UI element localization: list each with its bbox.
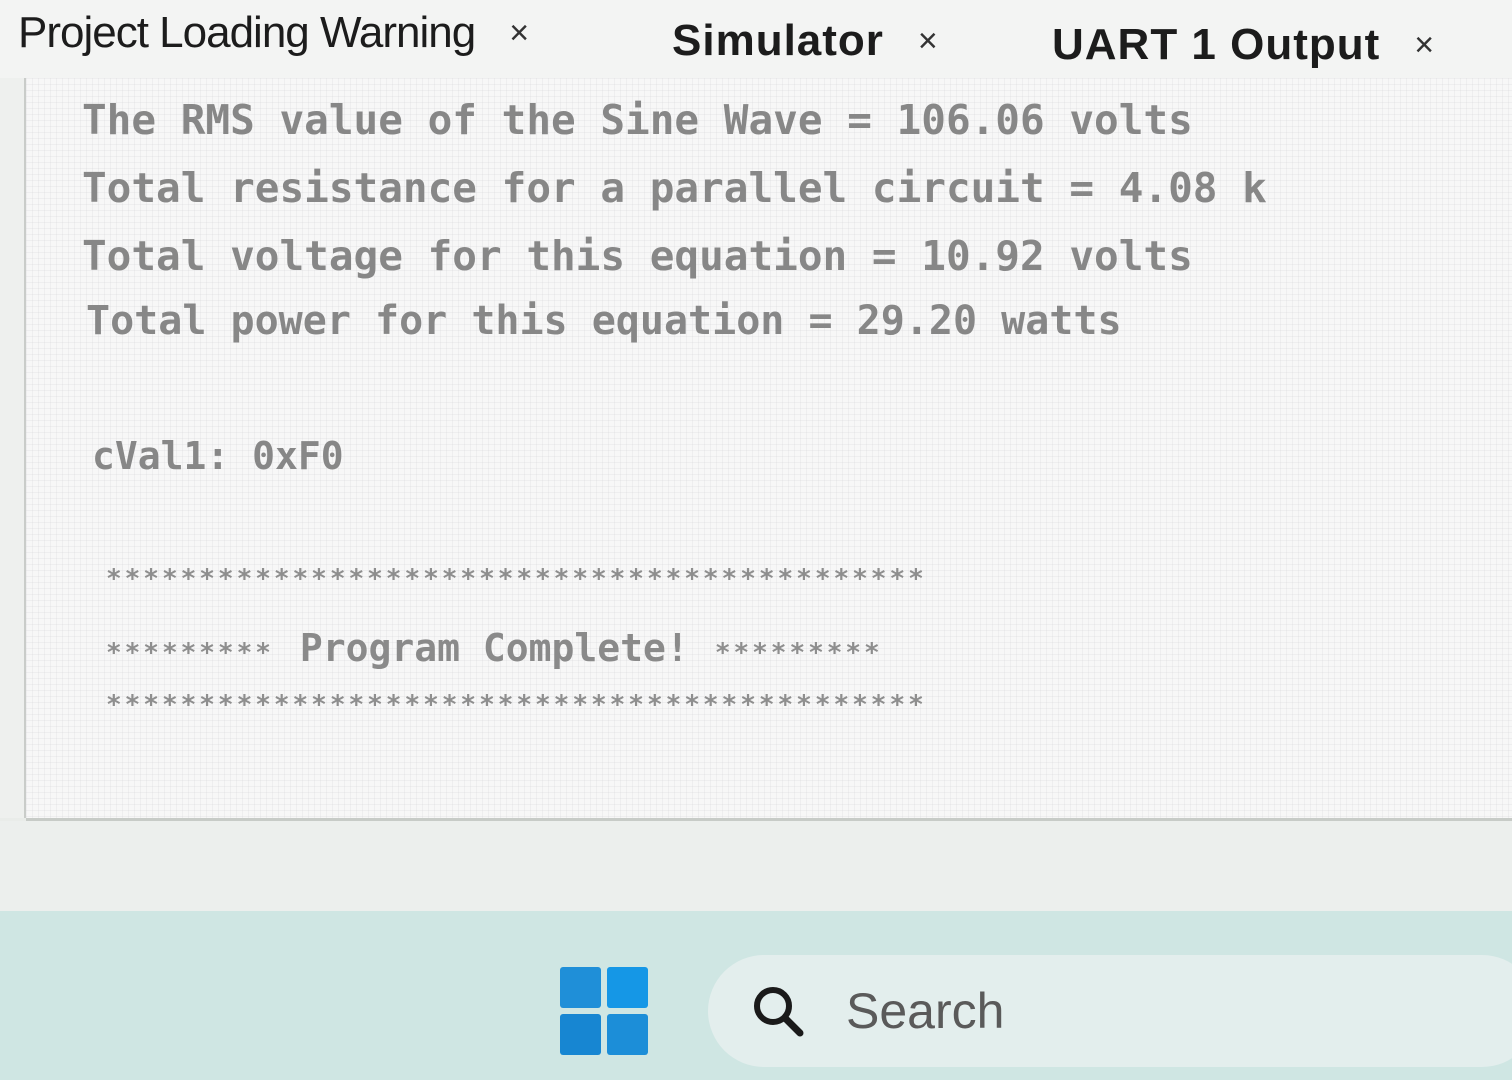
stars-divider: ****************************************… (106, 564, 927, 594)
window-left-border (0, 78, 26, 818)
search-input[interactable] (846, 982, 1246, 1040)
search-icon (750, 983, 806, 1039)
program-complete-message: Program Complete! (299, 626, 689, 670)
console-line: Total voltage for this equation = 10.92 … (82, 232, 1193, 280)
close-icon[interactable]: × (918, 22, 938, 61)
program-complete-line: ********* Program Complete! ********* (106, 626, 883, 670)
stars-divider: ****************************************… (106, 690, 927, 720)
tab-simulator[interactable]: Simulator × (672, 2, 938, 80)
tab-uart1-output[interactable]: UART 1 Output × (1052, 6, 1434, 84)
taskbar-search[interactable] (708, 955, 1512, 1067)
taskbar (0, 911, 1512, 1080)
window-bottom-area (0, 821, 1512, 911)
stars-right: ********* (714, 638, 883, 668)
windows-logo-icon[interactable] (560, 967, 648, 1055)
stars-left: ********* (106, 638, 274, 668)
console-line: Total power for this equation = 29.20 wa… (86, 298, 1122, 344)
console-line: The RMS value of the Sine Wave = 106.06 … (82, 96, 1193, 144)
close-icon[interactable]: × (509, 14, 529, 53)
tab-label: Simulator (672, 16, 884, 65)
tab-label: Project Loading Warning (18, 8, 476, 57)
tab-bar: Project Loading Warning × Simulator × UA… (0, 0, 1512, 78)
uart-output-console[interactable]: The RMS value of the Sine Wave = 106.06 … (26, 78, 1512, 821)
console-line: cVal1: 0xF0 (92, 434, 344, 478)
close-icon[interactable]: × (1414, 26, 1434, 65)
tab-project-loading-warning[interactable]: Project Loading Warning × (18, 0, 529, 72)
console-line: Total resistance for a parallel circuit … (82, 164, 1267, 212)
tab-label: UART 1 Output (1052, 20, 1381, 69)
